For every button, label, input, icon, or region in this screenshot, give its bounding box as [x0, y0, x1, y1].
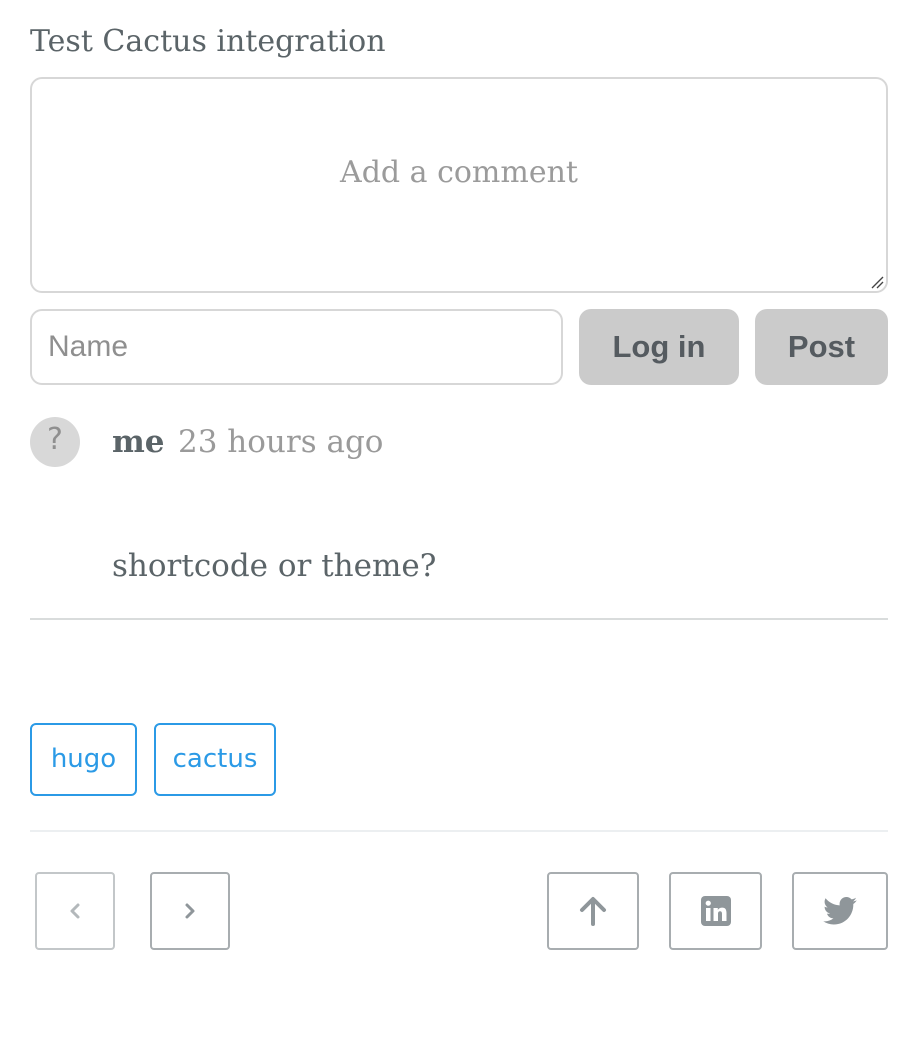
- footer-divider: [30, 830, 888, 832]
- tag-link-cactus[interactable]: cactus: [154, 723, 276, 796]
- tag-link-hugo[interactable]: hugo: [30, 723, 137, 796]
- back-to-top-button[interactable]: [547, 872, 639, 950]
- avatar: ?: [30, 417, 80, 467]
- post-button[interactable]: Post: [755, 309, 888, 385]
- name-input[interactable]: [30, 309, 563, 385]
- comment-author: me: [112, 424, 165, 460]
- share-twitter-button[interactable]: [792, 872, 888, 950]
- comment-textarea[interactable]: Add a comment: [30, 77, 888, 293]
- chevron-right-icon: [185, 903, 195, 919]
- arrow-up-icon: [580, 897, 606, 926]
- comment-divider: [30, 618, 888, 620]
- share-linkedin-button[interactable]: [669, 872, 762, 950]
- previous-post-button[interactable]: [35, 872, 115, 950]
- chevron-left-icon: [70, 903, 80, 919]
- comments-section-title: Test Cactus integration: [30, 24, 386, 59]
- comment-timestamp: 23 hours ago: [178, 424, 384, 460]
- twitter-icon: [823, 897, 857, 925]
- resize-grip-icon[interactable]: [870, 275, 884, 289]
- login-button[interactable]: Log in: [579, 309, 739, 385]
- next-post-button[interactable]: [150, 872, 230, 950]
- comment-placeholder: Add a comment: [340, 155, 578, 190]
- comment-body: shortcode or theme?: [112, 548, 437, 584]
- linkedin-icon: [700, 896, 731, 926]
